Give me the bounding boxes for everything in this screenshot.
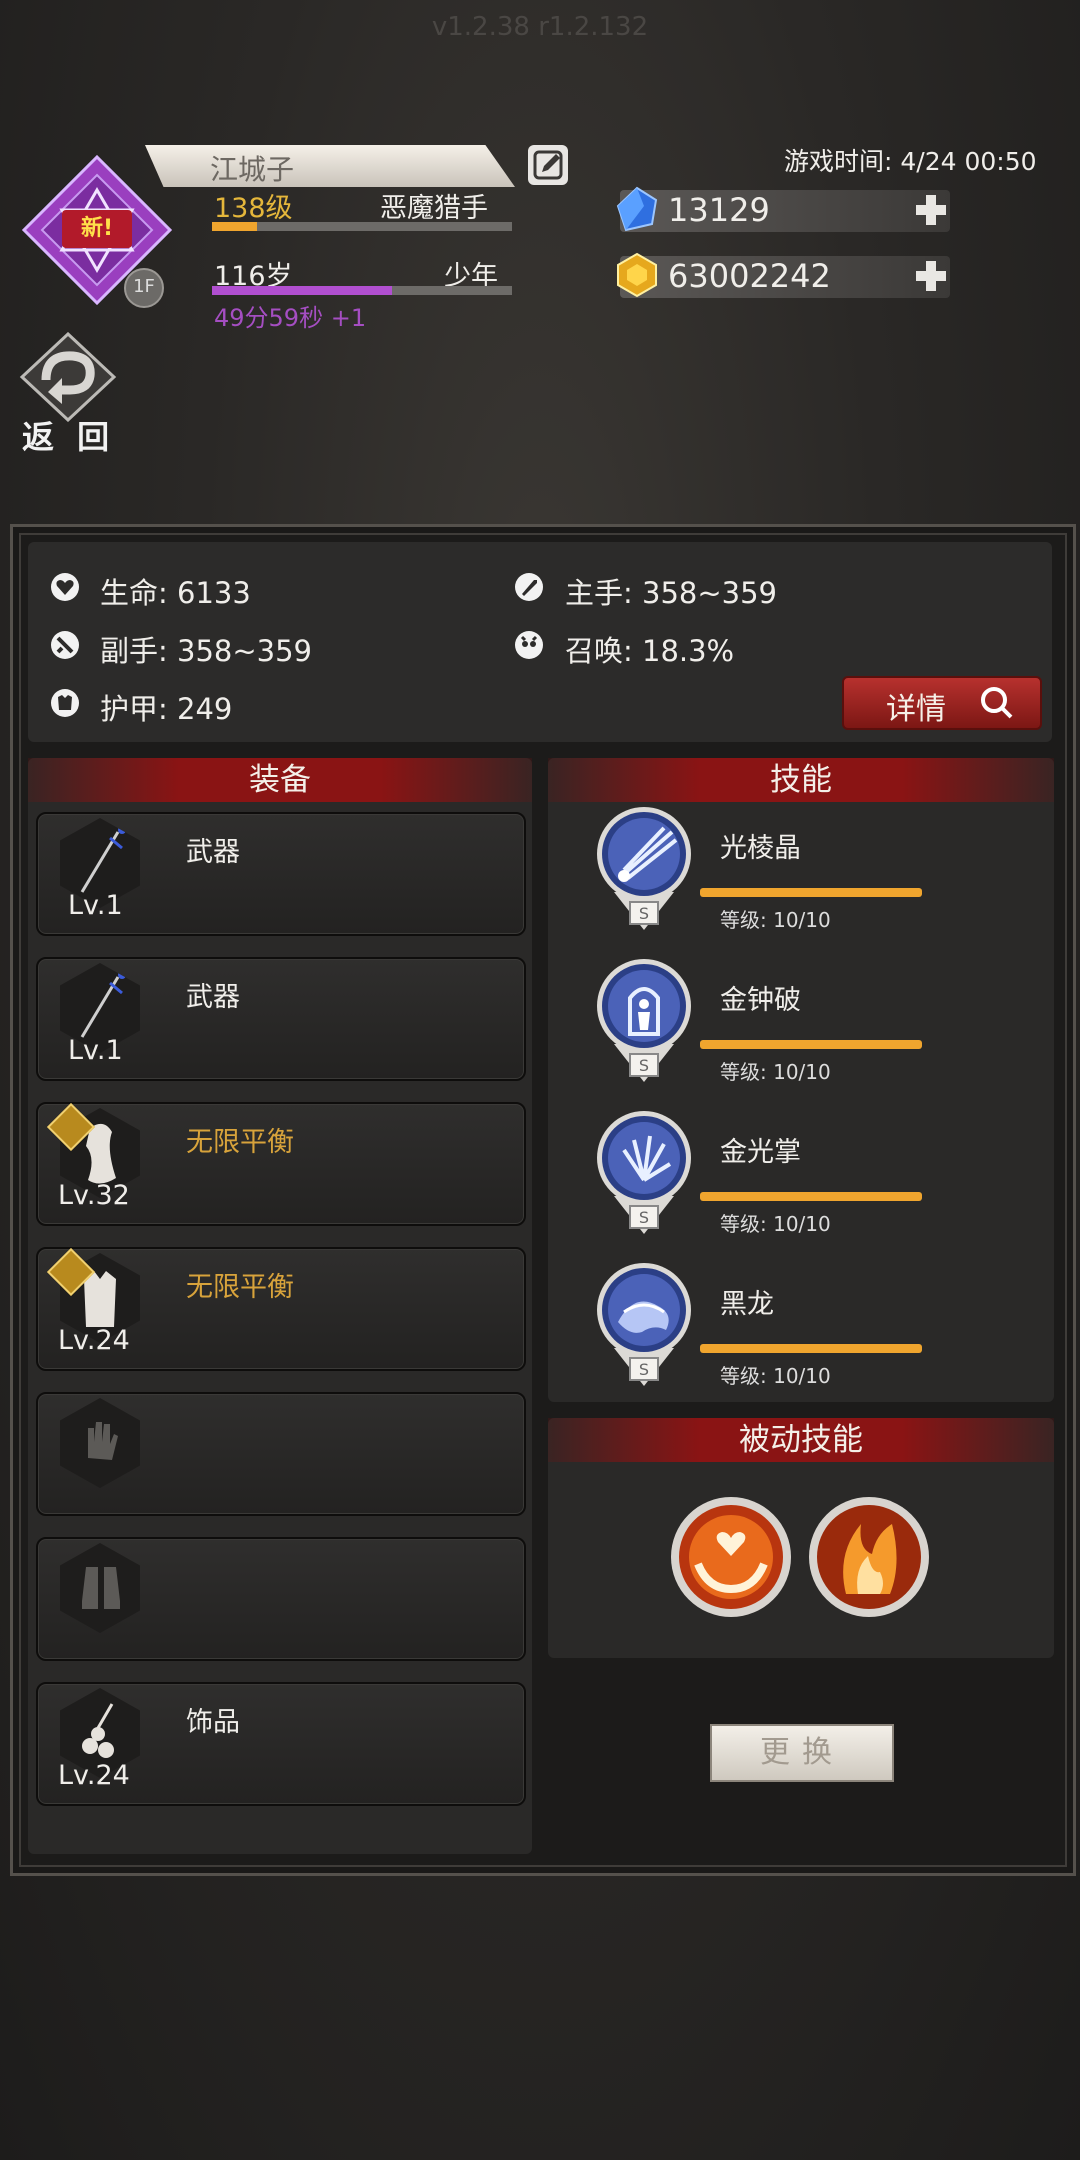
equipment-name: 无限平衡 [186,1127,294,1158]
skill-icon[interactable]: S [594,806,694,936]
equipment-name: 武器 [186,837,240,868]
gem-count: 13129 [668,191,770,229]
skill-level: 等级: 10/10 [720,908,831,932]
hp-stat: 生命: 6133 [100,576,251,610]
skill-name: 金钟破 [720,985,801,1016]
edit-icon [533,150,563,180]
sword-icon [515,573,543,601]
equipment-level: Lv.1 [68,890,123,921]
equipment-slot[interactable]: 武器 Lv.1 [36,957,526,1081]
svg-text:S: S [639,1208,649,1227]
skill-icon[interactable]: S [594,958,694,1088]
new-badge: 新! [62,210,132,248]
emblem-mark: 1F [124,268,164,308]
search-icon [981,687,1013,719]
equipment-slot[interactable]: 无限平衡 Lv.32 [36,1102,526,1226]
game-time: 游戏时间: 4/24 00:50 [784,147,1037,176]
age-progress-bar [212,286,512,295]
level-progress-bar [212,222,512,231]
skill-icon[interactable]: S [594,1262,694,1392]
skills-title: 技能 [548,758,1054,802]
passive-flame-icon[interactable] [806,1494,932,1620]
equipment-slot[interactable] [36,1392,526,1516]
skill-level-bar [700,888,922,897]
svg-text:S: S [639,1056,649,1075]
skill-name: 光棱晶 [720,833,801,864]
details-button[interactable]: 详情 [842,676,1042,730]
age-timer: 49分59秒 +1 [214,304,367,332]
passive-title: 被动技能 [548,1418,1054,1462]
age-progress-fill [212,286,392,295]
add-gems-button[interactable] [914,193,948,227]
summon-icon [515,631,543,659]
player-class: 恶魔猎手 [380,193,488,224]
svg-text:S: S [639,1360,649,1379]
armor-stat: 护甲: 249 [100,692,233,726]
equipment-slot[interactable] [36,1537,526,1661]
equipment-title: 装备 [28,758,532,802]
equipment-level: Lv.32 [58,1180,130,1211]
gem-icon [616,186,658,232]
back-label[interactable]: 返 回 [22,412,115,458]
off-hand-stat: 副手: 358~359 [100,634,312,668]
svg-text:S: S [639,904,649,923]
equipment-name: 饰品 [186,1707,240,1738]
skill-level: 等级: 10/10 [720,1364,831,1388]
name-plate [145,145,515,187]
equipment-slot[interactable]: 饰品 Lv.24 [36,1682,526,1806]
skill-name: 黑龙 [720,1289,774,1320]
equipment-level: Lv.1 [68,1035,123,1066]
armor-icon [51,689,79,717]
equipment-name: 无限平衡 [186,1272,294,1303]
gold-coin-icon [617,252,657,298]
skill-name: 金光掌 [720,1137,801,1168]
glove-icon [60,1398,140,1488]
equipment-slot[interactable]: 无限平衡 Lv.24 [36,1247,526,1371]
gold-count: 63002242 [668,257,831,295]
equipment-name: 武器 [186,982,240,1013]
boots-icon [60,1543,140,1633]
change-button[interactable]: 更换 [710,1724,894,1782]
skill-level-bar [700,1344,922,1353]
heart-icon [51,573,79,601]
level-progress-fill [212,222,257,231]
summon-stat: 召唤: 18.3% [565,634,735,668]
main-hand-stat: 主手: 358~359 [565,576,777,610]
passive-panel: 被动技能 [548,1418,1054,1658]
equipment-slot[interactable]: 武器 Lv.1 [36,812,526,936]
offhand-sword-icon [51,631,79,659]
skill-level: 等级: 10/10 [720,1060,831,1084]
details-label: 详情 [886,692,946,727]
equipment-level: Lv.24 [58,1325,130,1356]
version-label: v1.2.38 r1.2.132 [431,12,649,42]
skill-level-bar [700,1192,922,1201]
player-name: 江城子 [210,153,295,186]
passive-heart-hands-icon[interactable] [668,1494,794,1620]
add-gold-button[interactable] [914,259,948,293]
skill-icon[interactable]: S [594,1110,694,1240]
equipment-level: Lv.24 [58,1760,130,1791]
back-icon[interactable] [18,332,118,422]
skill-level: 等级: 10/10 [720,1212,831,1236]
skill-level-bar [700,1040,922,1049]
player-level: 138级 [214,193,293,224]
edit-name-button[interactable] [528,145,568,185]
